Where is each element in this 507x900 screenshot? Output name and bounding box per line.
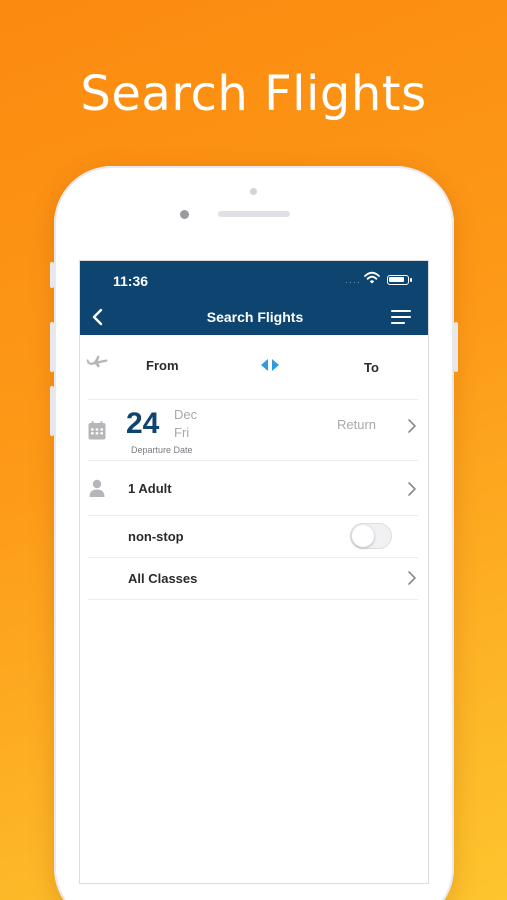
toggle-knob <box>352 525 374 547</box>
passengers-selector[interactable]: 1 Adult <box>128 481 172 496</box>
swap-arrows-icon[interactable] <box>259 358 281 372</box>
departure-date-caption: Departure Date <box>131 445 193 455</box>
power-button <box>454 322 458 372</box>
person-icon <box>89 479 105 497</box>
app-header: 11:36 ···· Search Flights <box>80 261 428 335</box>
volume-down-button <box>50 386 54 436</box>
mute-switch <box>50 262 54 288</box>
promo-headline: Search Flights <box>80 66 427 122</box>
earpiece-speaker <box>218 211 290 217</box>
phone-frame: 11:36 ···· Search Flights From To 24 Dec… <box>50 166 458 900</box>
hamburger-menu-icon[interactable] <box>389 308 413 326</box>
chevron-right-icon[interactable] <box>406 570 418 586</box>
cabin-class-selector[interactable]: All Classes <box>128 571 197 586</box>
row-divider <box>88 460 418 461</box>
return-date-field[interactable]: Return <box>337 417 376 432</box>
from-airport-field[interactable]: From <box>146 358 179 373</box>
departure-day[interactable]: 24 <box>126 407 159 441</box>
row-divider <box>88 599 418 600</box>
airplane-icon <box>86 355 108 368</box>
row-divider <box>88 399 418 400</box>
to-airport-field[interactable]: To <box>364 360 379 375</box>
row-divider <box>88 515 418 516</box>
chevron-right-icon[interactable] <box>406 418 418 434</box>
calendar-icon <box>88 421 106 440</box>
signal-indicator: ···· <box>345 277 361 287</box>
battery-icon <box>387 275 412 285</box>
front-camera <box>180 210 189 219</box>
nonstop-toggle[interactable] <box>350 523 392 549</box>
departure-month: Dec <box>174 407 198 422</box>
departure-weekday: Fri <box>174 425 190 440</box>
row-divider <box>88 557 418 558</box>
chevron-right-icon[interactable] <box>406 481 418 497</box>
wifi-icon <box>364 271 380 284</box>
volume-up-button <box>50 322 54 372</box>
nav-title: Search Flights <box>206 309 304 325</box>
status-time: 11:36 <box>113 273 149 289</box>
app-screen: 11:36 ···· Search Flights From To 24 Dec… <box>79 260 429 884</box>
proximity-sensor <box>250 188 257 195</box>
nonstop-label: non-stop <box>128 529 184 544</box>
